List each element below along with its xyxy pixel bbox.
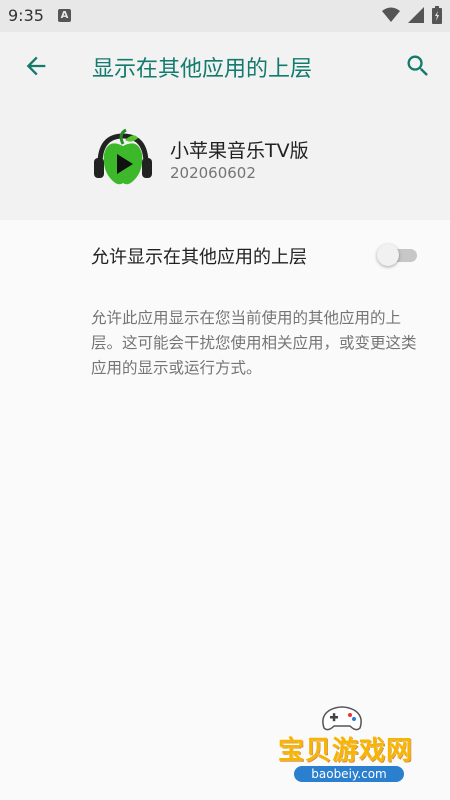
- permission-toggle[interactable]: [377, 244, 417, 266]
- signal-icon: [408, 7, 424, 23]
- app-header: 小苹果音乐TV版 202060602: [0, 100, 450, 220]
- status-time: 9:35: [8, 6, 44, 25]
- app-version: 202060602: [170, 164, 256, 182]
- toggle-thumb: [377, 244, 399, 266]
- app-name: 小苹果音乐TV版: [170, 140, 309, 162]
- watermark-url: baobeiy.com: [294, 766, 404, 782]
- wifi-icon: [382, 7, 400, 22]
- status-icons: [382, 6, 442, 24]
- watermark-text: 宝贝游戏网: [278, 736, 414, 766]
- apple-headphones-app-icon: [94, 128, 152, 185]
- gamepad-icon: [322, 706, 362, 731]
- search-icon[interactable]: [404, 52, 432, 80]
- permission-label: 允许显示在其他应用的上层: [91, 247, 307, 268]
- battery-icon: [432, 6, 442, 24]
- page-title: 显示在其他应用的上层: [92, 57, 313, 82]
- arrow-left-icon[interactable]: [22, 52, 50, 80]
- a-icon: A: [58, 9, 71, 22]
- app-bar: 显示在其他应用的上层: [0, 32, 450, 100]
- permission-description: 允许此应用显示在您当前使用的其他应用的上层。这可能会干扰您使用相关应用，或变更这…: [91, 309, 417, 377]
- watermark: 宝贝游戏网 baobeiy.com: [270, 700, 430, 795]
- permission-row[interactable]: 允许显示在其他应用的上层: [0, 220, 450, 290]
- status-bar: 9:35 A: [0, 0, 450, 32]
